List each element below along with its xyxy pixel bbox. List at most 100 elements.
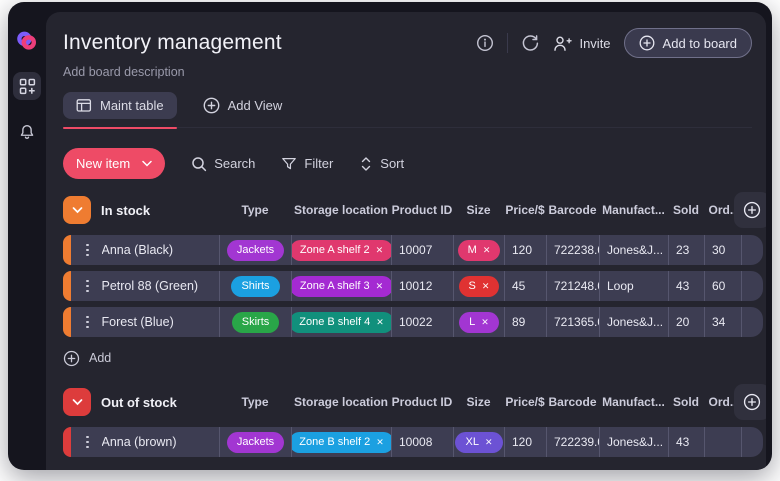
storage-pill[interactable]: Zone A shelf 2 ✕ xyxy=(291,240,391,261)
row-menu-kebab-icon[interactable] xyxy=(86,316,89,329)
table-row[interactable]: Anna (Black) Jackets Zone A shelf 2 ✕ 10… xyxy=(63,235,763,265)
column-header[interactable]: Price/$ xyxy=(504,395,546,409)
row-color-bar xyxy=(63,307,71,337)
group-title[interactable]: In stock xyxy=(101,203,150,218)
product-id-cell[interactable]: 10007 xyxy=(391,235,453,265)
price-cell[interactable]: 120 xyxy=(504,427,546,457)
size-pill[interactable]: M ✕ xyxy=(458,240,501,261)
ordered-cell[interactable]: 34 xyxy=(704,307,741,337)
add-view-button[interactable]: Add View xyxy=(203,97,283,114)
type-pill[interactable]: Jackets xyxy=(227,432,284,453)
type-pill[interactable]: Shirts xyxy=(231,276,279,297)
column-header[interactable]: Type xyxy=(219,395,291,409)
ordered-cell[interactable] xyxy=(704,427,741,457)
remove-tag-icon[interactable]: ✕ xyxy=(483,246,491,255)
group-collapse-button[interactable] xyxy=(63,196,91,224)
table-row[interactable]: Petrol 88 (Green) Shirts Zone A shelf 3 … xyxy=(63,271,763,301)
add-column-button[interactable] xyxy=(734,384,766,420)
ordered-cell[interactable]: 60 xyxy=(704,271,741,301)
group-collapse-button[interactable] xyxy=(63,388,91,416)
barcode-cell[interactable]: 721365.0 xyxy=(546,307,599,337)
type-pill[interactable]: Skirts xyxy=(232,312,280,333)
size-pill[interactable]: XL ✕ xyxy=(455,432,502,453)
board-activity-button[interactable] xyxy=(521,34,540,53)
filter-button[interactable]: Filter xyxy=(281,156,333,171)
item-name[interactable]: Petrol 88 (Green) xyxy=(102,279,199,293)
manufacturer-cell[interactable]: Jones&J... xyxy=(599,427,668,457)
column-header[interactable]: Manufact... xyxy=(599,203,668,217)
remove-tag-icon[interactable]: ✕ xyxy=(376,438,384,447)
info-icon xyxy=(476,34,494,52)
column-header[interactable]: Product ID xyxy=(391,395,453,409)
remove-tag-icon[interactable]: ✕ xyxy=(376,318,384,327)
product-id-cell[interactable]: 10022 xyxy=(391,307,453,337)
group-title[interactable]: Out of stock xyxy=(101,395,177,410)
type-pill[interactable]: Jackets xyxy=(227,240,284,261)
column-header[interactable]: Storage location xyxy=(291,203,391,217)
table-row[interactable]: Forest (Blue) Skirts Zone B shelf 4 ✕ 10… xyxy=(63,307,763,337)
board-info-button[interactable] xyxy=(476,34,494,52)
remove-tag-icon[interactable]: ✕ xyxy=(485,438,493,447)
storage-pill[interactable]: Zone A shelf 3 ✕ xyxy=(291,276,391,297)
column-header[interactable]: Barcode xyxy=(546,203,599,217)
column-header[interactable]: Manufact... xyxy=(599,395,668,409)
item-name[interactable]: Anna (brown) xyxy=(102,435,177,449)
add-column-button[interactable] xyxy=(734,192,766,228)
storage-pill[interactable]: Zone B shelf 2 ✕ xyxy=(291,432,391,453)
manufacturer-cell[interactable]: Jones&J... xyxy=(599,235,668,265)
remove-tag-icon[interactable]: ✕ xyxy=(482,282,490,291)
column-header[interactable]: Type xyxy=(219,203,291,217)
widgets-plus-icon xyxy=(19,78,36,95)
sold-cell[interactable]: 23 xyxy=(668,235,704,265)
add-to-board-button[interactable]: Add to board xyxy=(624,28,752,58)
remove-tag-icon[interactable]: ✕ xyxy=(481,318,489,327)
row-menu-kebab-icon[interactable] xyxy=(86,436,89,449)
column-header[interactable]: Size xyxy=(453,203,504,217)
sold-cell[interactable]: 20 xyxy=(668,307,704,337)
person-plus-icon xyxy=(553,35,572,52)
price-cell[interactable]: 45 xyxy=(504,271,546,301)
tab-main-table[interactable]: Maint table xyxy=(63,92,177,119)
add-item-row[interactable]: Add xyxy=(63,345,763,371)
column-header[interactable]: Size xyxy=(453,395,504,409)
row-end-spacer xyxy=(741,235,763,265)
column-header[interactable]: Barcode xyxy=(546,395,599,409)
item-name[interactable]: Forest (Blue) xyxy=(102,315,174,329)
sort-button[interactable]: Sort xyxy=(359,156,404,172)
new-item-button[interactable]: New item xyxy=(63,148,165,179)
sidebar-item-apps[interactable] xyxy=(13,72,41,100)
column-header[interactable]: Product ID xyxy=(391,203,453,217)
column-header[interactable]: Sold xyxy=(668,395,704,409)
price-cell[interactable]: 120 xyxy=(504,235,546,265)
storage-pill[interactable]: Zone B shelf 4 ✕ xyxy=(291,312,391,333)
invite-button[interactable]: Invite xyxy=(553,35,610,52)
column-header[interactable]: Sold xyxy=(668,203,704,217)
search-button[interactable]: Search xyxy=(191,156,255,172)
sold-cell[interactable]: 43 xyxy=(668,271,704,301)
row-menu-kebab-icon[interactable] xyxy=(86,244,89,257)
group-header: Out of stock TypeStorage locationProduct… xyxy=(63,385,763,419)
price-cell[interactable]: 89 xyxy=(504,307,546,337)
remove-tag-icon[interactable]: ✕ xyxy=(376,282,384,291)
barcode-cell[interactable]: 722239.0 xyxy=(546,427,599,457)
item-name[interactable]: Anna (Black) xyxy=(102,243,174,257)
size-pill[interactable]: S ✕ xyxy=(459,276,500,297)
manufacturer-cell[interactable]: Jones&J... xyxy=(599,307,668,337)
column-header[interactable]: Storage location xyxy=(291,395,391,409)
column-header[interactable]: Price/$ xyxy=(504,203,546,217)
product-id-cell[interactable]: 10008 xyxy=(391,427,453,457)
board-description[interactable]: Add board description xyxy=(63,65,752,79)
remove-tag-icon[interactable]: ✕ xyxy=(376,246,384,255)
ordered-cell[interactable]: 30 xyxy=(704,235,741,265)
tab-bar: Maint table Add View xyxy=(63,92,752,128)
barcode-cell[interactable]: 722238.0 xyxy=(546,235,599,265)
manufacturer-cell[interactable]: Loop xyxy=(599,271,668,301)
sidebar-item-notifications[interactable] xyxy=(13,118,41,146)
barcode-cell[interactable]: 721248.0 xyxy=(546,271,599,301)
row-menu-kebab-icon[interactable] xyxy=(86,280,89,293)
sold-cell[interactable]: 43 xyxy=(668,427,704,457)
size-pill[interactable]: L ✕ xyxy=(459,312,499,333)
page-title[interactable]: Inventory management xyxy=(63,31,282,55)
table-row[interactable]: Anna (brown) Jackets Zone B shelf 2 ✕ 10… xyxy=(63,427,763,457)
product-id-cell[interactable]: 10012 xyxy=(391,271,453,301)
